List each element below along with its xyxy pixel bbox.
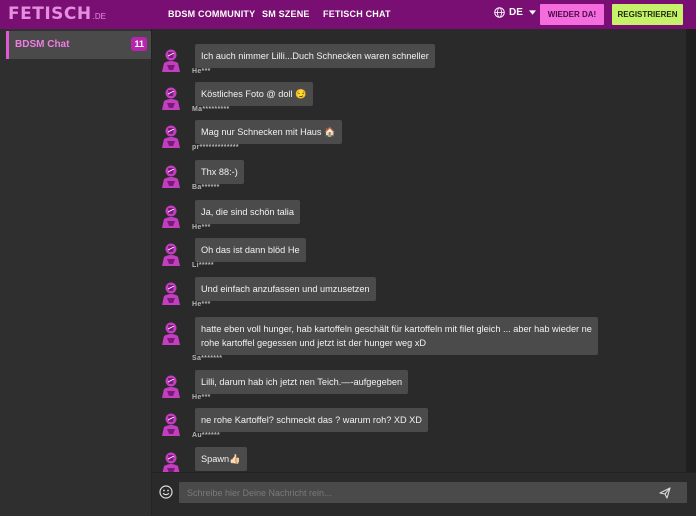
avatar-icon[interactable]: [161, 86, 181, 110]
message-username[interactable]: Ma*********: [192, 106, 230, 113]
language-label: DE: [509, 7, 523, 18]
avatar-icon[interactable]: [161, 204, 181, 228]
language-selector[interactable]: DE: [494, 7, 536, 18]
send-icon[interactable]: [659, 487, 671, 499]
top-navigation-bar: FETISCH .DE BDSM COMMUNITY SM SZENE FETI…: [0, 0, 696, 29]
avatar-icon[interactable]: [161, 281, 181, 305]
message-username[interactable]: Li*****: [192, 262, 214, 269]
message-bubble: Und einfach anzufassen und umzusetzen: [195, 277, 376, 301]
message-bubble: Lilli, darum hab ich jetzt nen Teich.—-a…: [195, 370, 409, 394]
nav-link-fetisch-chat[interactable]: FETISCH CHAT: [323, 9, 391, 19]
login-button[interactable]: WIEDER DA!: [540, 4, 604, 25]
message-bubble: Mag nur Schnecken mit Haus 🏠: [195, 120, 342, 144]
message-username[interactable]: Au******: [192, 432, 220, 439]
room-user-count-badge: 11: [131, 37, 147, 51]
avatar-icon[interactable]: [161, 321, 181, 345]
message-bubble: Köstliches Foto @ doll 😏: [195, 82, 313, 106]
avatar-icon[interactable]: [161, 164, 181, 188]
avatar-icon[interactable]: [161, 124, 181, 148]
register-button[interactable]: REGISTRIEREN: [612, 4, 683, 25]
message-bubble: Thx 88:-): [195, 160, 244, 184]
message-username[interactable]: He***: [192, 224, 211, 231]
message-username[interactable]: pr*************: [192, 144, 239, 151]
avatar-icon[interactable]: [161, 451, 181, 472]
message-username[interactable]: Sa*******: [192, 355, 222, 362]
message-username[interactable]: He***: [192, 394, 211, 401]
logo-wordmark: FETISCH: [8, 4, 92, 24]
message-bubble: Ich auch nimmer Lilli...Duch Schnecken w…: [195, 44, 435, 68]
chat-scrollbar[interactable]: [686, 29, 696, 472]
message-bubble: Ja, die sind schön talia: [195, 200, 300, 224]
message-username[interactable]: He***: [192, 301, 211, 308]
message-input[interactable]: [179, 482, 687, 503]
avatar-icon[interactable]: [161, 242, 181, 266]
chat-message-list[interactable]: Ich auch nimmer Lilli...Duch Schnecken w…: [153, 29, 686, 472]
nav-link-sm-szene[interactable]: SM SZENE: [262, 9, 310, 19]
message-username[interactable]: Ba******: [192, 184, 220, 191]
logo-tld: .DE: [92, 12, 106, 21]
message-username[interactable]: He***: [192, 68, 211, 75]
sidebar-item-bdsm-chat[interactable]: BDSM Chat 11: [6, 31, 151, 59]
message-bubble: Spawn👍🏻: [195, 447, 247, 471]
avatar-icon[interactable]: [161, 374, 181, 398]
globe-icon: [494, 7, 505, 18]
site-logo[interactable]: FETISCH .DE: [8, 4, 106, 24]
smiley-icon[interactable]: [159, 485, 173, 499]
avatar-icon[interactable]: [161, 412, 181, 436]
message-bubble: Oh das ist dann blöd He: [195, 238, 306, 262]
nav-link-bdsm-community[interactable]: BDSM COMMUNITY: [168, 9, 255, 19]
room-name: BDSM Chat: [15, 39, 70, 50]
avatar-icon[interactable]: [161, 48, 181, 72]
message-bubble: ne rohe Kartoffel? schmeckt das ? warum …: [195, 408, 428, 432]
chevron-down-icon: [528, 10, 536, 15]
message-bubble: hatte eben voll hunger, hab kartoffeln g…: [195, 317, 598, 355]
message-composer: [153, 472, 696, 516]
chat-room-sidebar: BDSM Chat 11: [0, 29, 152, 516]
